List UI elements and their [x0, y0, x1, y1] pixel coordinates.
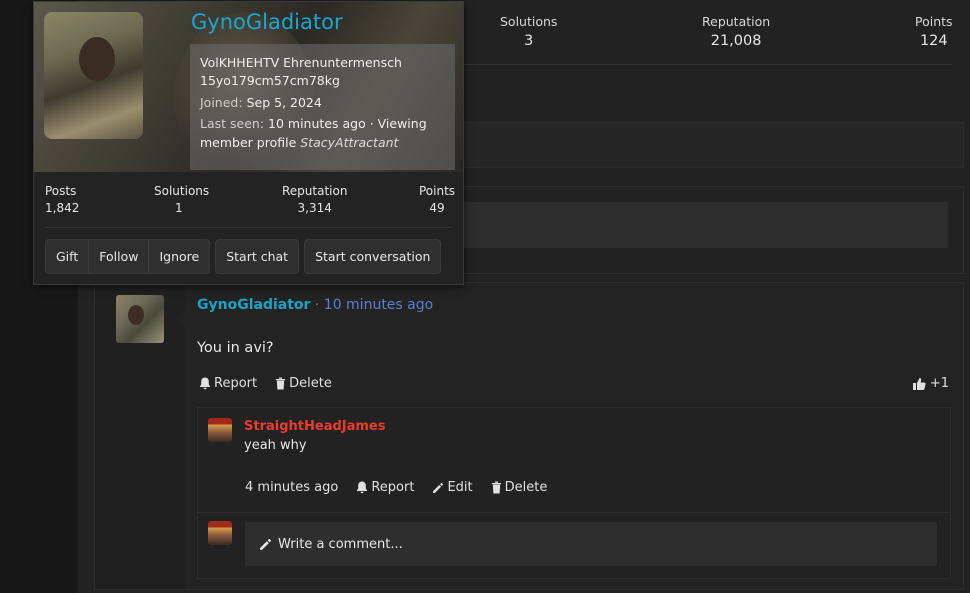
stat-points: Points 124 — [915, 14, 953, 49]
avatar[interactable] — [116, 295, 164, 343]
post-actions: Report Delete — [199, 376, 332, 391]
pencil-icon — [433, 482, 444, 493]
profile-post: GynoGladiator · 10 minutes ago You in av… — [94, 282, 964, 590]
report-button[interactable]: Report — [356, 480, 414, 495]
last-seen-activity: member profile StacyAttractant — [200, 135, 399, 150]
bell-icon — [357, 481, 368, 494]
report-button[interactable]: Report — [199, 376, 257, 391]
follow-button[interactable]: Follow — [88, 240, 149, 273]
post-meta: GynoGladiator · 10 minutes ago — [197, 297, 434, 313]
comment: StraightHeadJames yeah why 4 minutes ago… — [198, 408, 950, 513]
stat-solutions: Solutions 1 — [154, 184, 210, 215]
avatar[interactable] — [208, 521, 232, 545]
profile-cover-image: GynoGladiator VolKHHEHTV Ehrenuntermensc… — [34, 2, 463, 172]
viewed-member-link[interactable]: StacyAttractant — [300, 135, 398, 150]
thumbs-up-icon — [912, 377, 926, 390]
like-button[interactable]: +1 — [912, 376, 949, 391]
comment-time-link[interactable]: 4 minutes ago — [245, 480, 338, 495]
comment-list: StraightHeadJames yeah why 4 minutes ago… — [197, 407, 951, 579]
avatar[interactable] — [208, 418, 232, 442]
comment-actions: 4 minutes ago Report Edit Delete — [245, 480, 547, 495]
popup-stats: Posts 1,842 Solutions 1 Reputation 3,314… — [34, 172, 463, 228]
joined-date: Joined: Sep 5, 2024 — [200, 95, 322, 110]
avatar[interactable] — [44, 12, 143, 139]
stat-solutions: Solutions 3 — [500, 14, 558, 49]
profile-tab-bar — [462, 122, 964, 168]
member-action-group: Gift Follow Ignore — [45, 239, 211, 274]
status-update-box[interactable] — [462, 202, 948, 248]
divider — [45, 227, 452, 228]
ignore-button[interactable]: Ignore — [148, 240, 210, 273]
stat-points: Points 49 — [419, 184, 456, 215]
trash-icon — [276, 377, 286, 390]
edit-button[interactable]: Edit — [432, 480, 473, 495]
stat-reputation: Reputation 21,008 — [702, 14, 771, 49]
user-info-panel: VolKHHEHTV Ehrenuntermensch 15yo179cm57c… — [190, 44, 455, 170]
stat-reputation: Reputation 3,314 — [282, 184, 348, 215]
pencil-icon — [260, 538, 271, 550]
comment-author-link[interactable]: StraightHeadJames — [244, 419, 385, 434]
profile-stats-header: Solutions 3 Reputation 21,008 Points 124 — [462, 0, 953, 65]
post-author-link[interactable]: GynoGladiator — [197, 297, 310, 313]
bell-icon — [200, 377, 210, 390]
popup-actions: Gift Follow Ignore Start chat Start conv… — [45, 239, 442, 274]
delete-button[interactable]: Delete — [275, 376, 332, 391]
stat-posts: Posts 1,842 — [45, 184, 80, 215]
popup-username-link[interactable]: GynoGladiator — [191, 10, 343, 34]
start-conversation-button[interactable]: Start conversation — [304, 239, 442, 274]
start-chat-button[interactable]: Start chat — [215, 239, 300, 274]
post-time-link[interactable]: 10 minutes ago — [324, 297, 433, 313]
post-body: You in avi? — [197, 340, 274, 356]
last-seen: Last seen: 10 minutes ago · Viewing — [200, 116, 427, 131]
comment-text: yeah why — [244, 438, 307, 453]
member-tooltip-popup: GynoGladiator VolKHHEHTV Ehrenuntermensc… — [33, 1, 464, 285]
gift-button[interactable]: Gift — [46, 240, 89, 273]
trash-icon — [491, 481, 501, 494]
post-avatar-column — [95, 283, 185, 589]
write-comment-input[interactable]: Write a comment... — [245, 522, 937, 566]
delete-button[interactable]: Delete — [491, 480, 547, 495]
user-title-line2: 15yo179cm57cm78kg — [200, 73, 340, 88]
user-title-line1: VolKHHEHTV Ehrenuntermensch — [200, 55, 402, 70]
